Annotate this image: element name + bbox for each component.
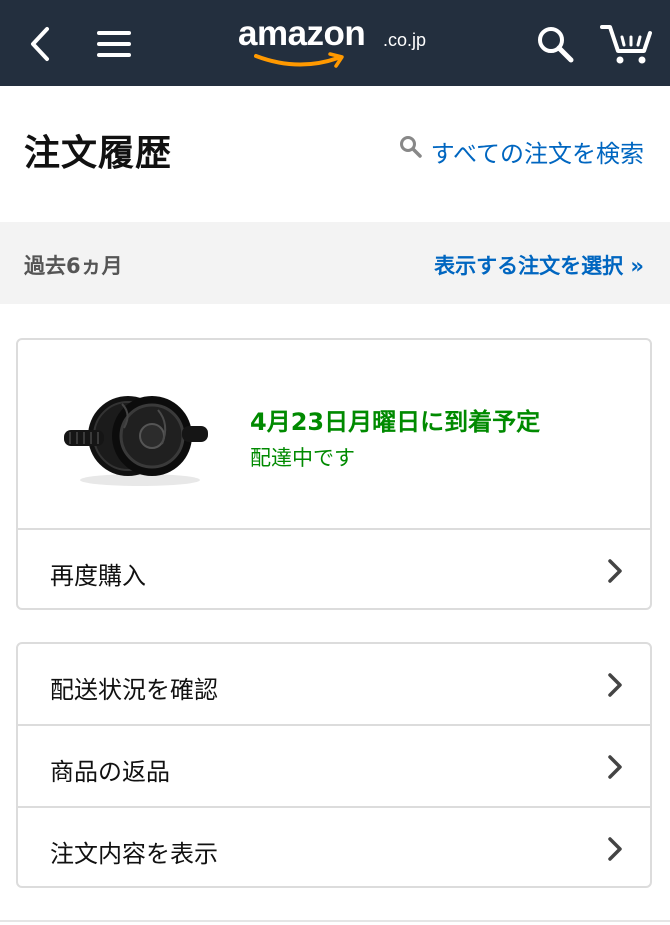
return-item-label: 商品の返品	[50, 758, 170, 786]
logo-wordmark: amazon	[238, 14, 366, 53]
search-icon	[538, 27, 574, 63]
chevron-right-icon	[608, 673, 622, 697]
cart-icon	[600, 25, 652, 64]
page-title: 注文履歴	[24, 133, 173, 174]
view-order-details-label: 注文内容を表示	[50, 840, 218, 868]
select-orders-link[interactable]: 表示する注文を選択 »	[434, 250, 644, 280]
cart-button[interactable]	[598, 22, 654, 66]
page-title-row: 注文履歴 すべての注文を検索	[0, 86, 670, 222]
delivery-status: 配達中です	[250, 446, 355, 470]
logo-domain: .co.jp	[383, 30, 427, 50]
order-card: 4月23日月曜日に到着予定 配達中です 再度購入	[16, 338, 652, 610]
search-all-orders-link[interactable]: すべての注文を検索	[399, 134, 644, 169]
track-package-row[interactable]: 配送状況を確認	[18, 644, 650, 726]
chevron-right-icon	[608, 559, 622, 583]
order-product-summary[interactable]: 4月23日月曜日に到着予定 配達中です	[18, 340, 650, 530]
back-button[interactable]	[22, 24, 58, 64]
bottom-divider	[0, 920, 670, 922]
hamburger-menu-icon	[97, 31, 131, 57]
track-package-label: 配送状況を確認	[50, 676, 218, 704]
search-all-orders-label: すべての注文を検索	[430, 140, 644, 168]
menu-button[interactable]	[94, 24, 134, 64]
top-navigation-bar: amazon .co.jp	[0, 0, 670, 86]
filter-period-label: 過去6ヵ月	[24, 254, 123, 278]
view-order-details-row[interactable]: 注文内容を表示	[18, 808, 650, 888]
buy-again-row[interactable]: 再度購入	[18, 530, 650, 610]
buy-again-label: 再度購入	[50, 562, 146, 590]
return-item-row[interactable]: 商品の返品	[18, 726, 650, 808]
search-icon	[399, 135, 422, 158]
back-chevron-icon	[31, 27, 49, 61]
logo-smile-arrow-icon	[254, 52, 344, 68]
product-image-ab-roller	[64, 396, 208, 486]
order-actions-card: 配送状況を確認 商品の返品 注文内容を表示	[16, 642, 652, 888]
delivery-eta: 4月23日月曜日に到着予定	[250, 408, 541, 436]
header-search-button[interactable]	[532, 22, 578, 66]
chevron-right-icon	[608, 755, 622, 779]
amazon-logo[interactable]: amazon .co.jp	[238, 14, 438, 72]
order-filter-bar: 過去6ヵ月 表示する注文を選択 »	[0, 222, 670, 304]
chevron-right-icon	[608, 837, 622, 861]
